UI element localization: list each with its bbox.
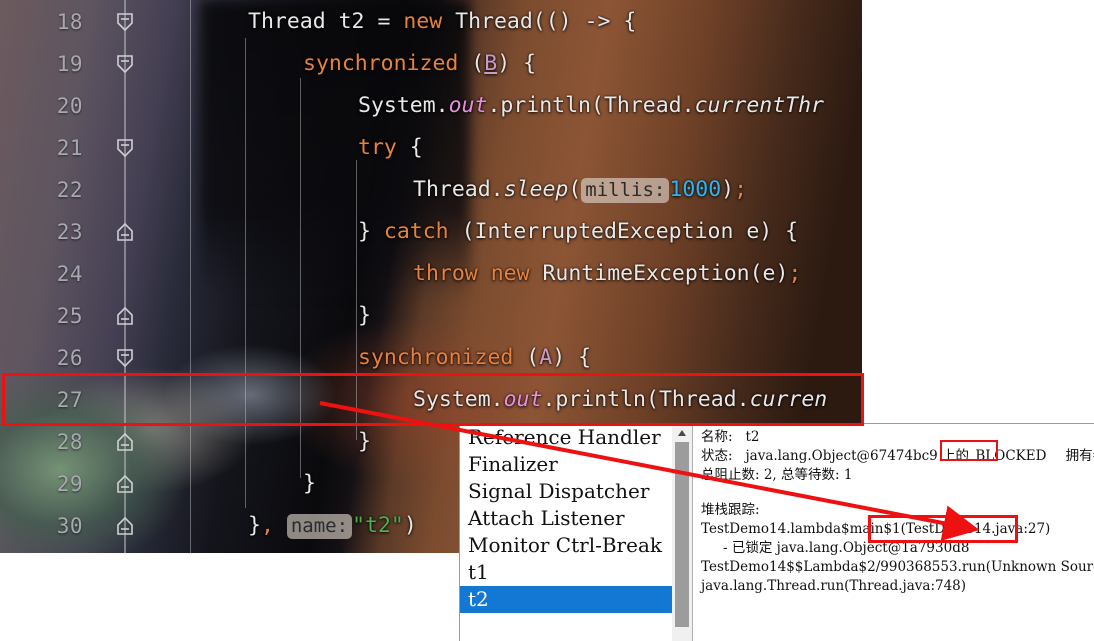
line-number: 24 [56,262,83,286]
code-line-19[interactable]: synchronized (B) { [303,52,862,76]
parameter-hint-millis: millis: [581,178,670,203]
code-line-18[interactable]: Thread t2 = new Thread(() -> { [248,10,862,34]
thread-name-label: 名称: [701,429,733,445]
thread-state-label: 状态: [701,448,733,464]
fold-collapse-end-icon[interactable] [114,222,136,242]
fold-collapse-end-icon[interactable] [114,516,136,536]
code-token-keyword: new [490,261,530,286]
scrollbar-thumb[interactable] [675,442,689,627]
code-line-25[interactable]: } [358,304,862,328]
code-token: } [358,429,371,454]
fold-collapse-start-icon[interactable] [114,348,136,368]
thread-state-object: java.lang.Object@67474bc9 [745,448,938,464]
code-token-string: "t2" [352,513,404,538]
thread-list-item[interactable]: Finalizer [460,451,672,478]
line-number: 18 [56,10,83,34]
code-token: ) { [497,51,537,76]
code-token: ; [788,261,802,286]
fold-collapse-end-icon[interactable] [114,306,136,326]
scroll-up-arrow-icon[interactable] [675,426,689,438]
thread-name-row: 名称: t2 [701,428,1094,447]
code-token: Thread. [413,177,504,202]
thread-counts-row: 总阻止数: 2, 总等待数: 1 [701,467,853,483]
thread-list-item[interactable]: Monitor Ctrl-Break [460,532,672,559]
thread-list-item[interactable]: Signal Dispatcher [460,478,672,505]
code-token-lock-a: A [539,345,553,370]
thread-list-item[interactable]: t1 [460,559,672,586]
code-token-method: sleep [503,177,569,202]
code-line-20[interactable]: System.out.println(Thread.currentThr [358,94,862,118]
stack-trace-row: java.lang.Thread.run(Thread.java:748) [701,578,967,594]
fold-collapse-start-icon[interactable] [114,12,136,32]
indent-guide [190,0,191,553]
indent-guide [245,38,246,508]
code-token-keyword: catch [383,219,449,244]
thread-owner-label: 拥有者: [1065,448,1094,464]
code-token: .println(Thread. [487,93,695,118]
parameter-hint-name: name: [286,514,353,539]
line-number: 28 [56,430,83,454]
code-line-24[interactable]: throw new RuntimeException(e); [413,262,862,286]
thread-state-row: 状态: java.lang.Object@67474bc9 上的 BLOCKED… [701,447,1094,466]
thread-list-scrollbar[interactable] [672,424,693,641]
code-token: { [396,135,423,160]
line-number: 26 [56,346,83,370]
code-token-keyword: throw [413,261,478,286]
thread-list-item[interactable]: Attach Listener [460,505,672,532]
thread-list-item[interactable]: Reference Handler [460,424,672,451]
code-line-21[interactable]: try { [358,136,862,160]
thread-list-item-selected[interactable]: t2 [460,586,672,613]
code-token: RuntimeException(e) [529,261,789,286]
line-number: 19 [56,52,83,76]
code-token-keyword: new [403,9,443,34]
stack-trace-row: TestDemo14$$Lambda$2/990368553.run(Unkno… [701,559,1094,575]
code-token: ( [513,345,540,370]
code-token: } [358,303,371,328]
detail-spacer [701,485,1094,501]
line-number: 21 [56,136,83,160]
line-number: 22 [56,178,83,202]
editor-gutter[interactable]: 18 19 20 21 22 23 24 25 26 27 28 29 30 [0,0,95,553]
line-number: 25 [56,304,83,328]
fold-collapse-start-icon[interactable] [114,138,136,158]
code-token: System. [358,93,449,118]
code-token: } [248,513,261,538]
line-27-highlight-box [2,373,864,426]
code-line-23[interactable]: } catch (InterruptedException e) { [358,220,862,244]
fold-collapse-start-icon[interactable] [114,54,136,74]
blocked-state-highlight-box [940,440,998,461]
code-token-keyword: synchronized [303,51,459,76]
code-line-26[interactable]: synchronized (A) { [358,346,862,370]
code-token: (InterruptedException e) { [448,219,799,244]
code-token-method: currentThr [694,93,825,118]
code-fold-ribbon [124,0,126,553]
code-token-lock-b: B [484,51,498,76]
line-number: 30 [56,514,83,538]
thread-list[interactable]: Reference Handler Finalizer Signal Dispa… [460,424,673,641]
code-token: ) [403,513,417,538]
line-number: 23 [56,220,83,244]
code-token: , [260,513,274,538]
line-number: 29 [56,472,83,496]
code-token: ( [458,51,485,76]
code-token: ) [721,177,735,202]
code-token: ) { [552,345,592,370]
code-token: Thread t2 = [248,9,404,34]
code-token: ( [568,177,582,202]
stack-frame-highlight-box [868,515,1018,543]
code-token: ; [734,177,748,202]
fold-collapse-end-icon[interactable] [114,432,136,452]
code-token-number: 1000 [669,177,722,202]
code-token: } [358,219,384,244]
fold-collapse-end-icon[interactable] [114,474,136,494]
thread-name-value: t2 [745,429,760,445]
code-token: } [303,471,316,496]
code-token-field: out [448,93,488,118]
code-token: Thread(() -> { [442,9,637,34]
line-number: 20 [56,94,83,118]
code-token-keyword: synchronized [358,345,514,370]
code-line-22[interactable]: Thread.sleep(millis: 1000); [413,177,862,203]
code-token-keyword: try [358,135,397,160]
